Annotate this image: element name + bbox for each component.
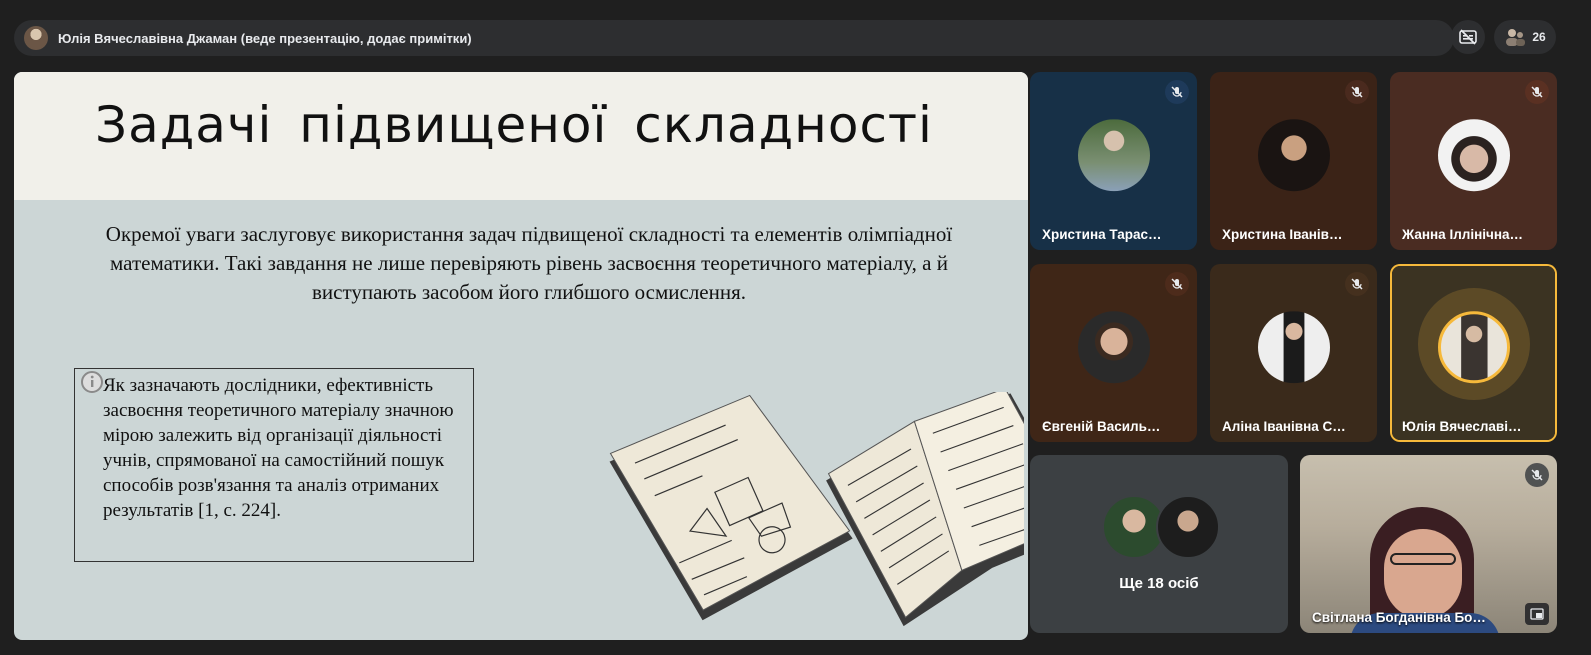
people-icon [1506,29,1526,46]
mic-off-icon [1525,80,1549,104]
video-person-face [1384,529,1462,619]
quote-text: Як зазначають дослідники, ефективність з… [103,375,454,521]
avatar [1257,311,1330,384]
quote-box: Як зазначають дослідники, ефективність з… [74,368,474,562]
math-books-illustration [609,392,1024,627]
participant-name: Жанна Іллінічна… [1402,227,1523,242]
no-captions-icon [1459,29,1477,45]
avatar [1437,311,1510,384]
participant-name: Аліна Іванівна С… [1222,419,1346,434]
more-participants-tile[interactable]: Ще 18 осіб [1030,455,1288,633]
mic-off-icon [1345,80,1369,104]
participant-tile[interactable]: Жанна Іллінічна… [1390,72,1557,250]
captions-off-button[interactable] [1451,20,1485,54]
mic-off-icon [1165,80,1189,104]
participant-name: Євгеній Василь… [1042,419,1161,434]
participant-tile-active-speaker[interactable]: Юлія Вячеславі… [1390,264,1557,442]
mic-off-icon [1525,463,1549,487]
mic-off-icon [1345,272,1369,296]
presentation-slide: Задачі підвищеної складності Окремої ува… [14,72,1028,640]
participant-name: Юлія Вячеславі… [1402,419,1522,434]
avatar [1156,495,1220,559]
participants-button[interactable]: 26 [1494,20,1556,54]
participant-tile[interactable]: Христина Іванів… [1210,72,1377,250]
glasses [1390,553,1456,565]
participant-tile[interactable]: Христина Тарас… [1030,72,1197,250]
participants-count: 26 [1532,30,1546,44]
info-icon [81,371,103,393]
participant-name: Христина Тарас… [1042,227,1162,242]
avatar [1437,119,1510,192]
presenter-avatar [24,26,48,50]
presenter-label: Юлія Вячеславівна Джаман (веде презентац… [58,30,472,46]
mic-off-icon [1165,272,1189,296]
more-participants-label: Ще 18 осіб [1119,575,1199,592]
participant-tile[interactable]: Аліна Іванівна С… [1210,264,1377,442]
slide-paragraph: Окремої уваги заслуговує використання за… [105,222,953,304]
avatar [1257,119,1330,192]
slide-title: Задачі підвищеної складності [95,96,933,154]
presenter-bar[interactable]: Юлія Вячеславівна Джаман (веде презентац… [14,20,1454,56]
participant-tile[interactable]: Євгеній Василь… [1030,264,1197,442]
avatar [1077,119,1150,192]
video-tile[interactable]: Світлана Богданівна Бо… [1300,455,1557,633]
participant-name: Світлана Богданівна Бо… [1312,610,1486,625]
participant-name: Христина Іванів… [1222,227,1343,242]
avatar [1077,311,1150,384]
pip-icon[interactable] [1525,603,1549,625]
